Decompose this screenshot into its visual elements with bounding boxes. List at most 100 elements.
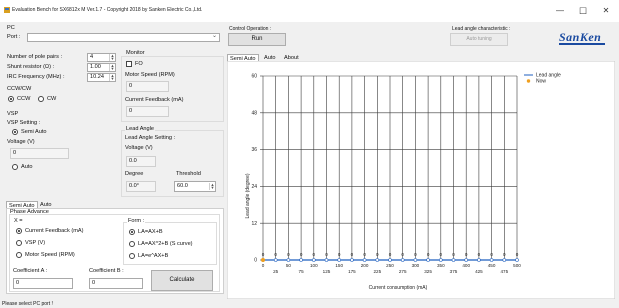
irc-frequency-label: IRC Frequency (MHz) : (7, 74, 65, 80)
data-point (413, 258, 418, 262)
vsp-voltage-label: Voltage (V) (7, 139, 35, 145)
coefficient-a-input[interactable]: 0 (13, 278, 73, 289)
irc-frequency-input[interactable]: 10.24 ▲ ▼ (87, 73, 116, 82)
x-tick-label: 100 (310, 263, 318, 268)
pole-pairs-input[interactable]: 4 ▲ ▼ (87, 53, 116, 62)
fo-checkbox[interactable] (126, 61, 132, 67)
x-vsp-radio[interactable] (16, 240, 22, 246)
y-tick-label: 60 (251, 74, 257, 80)
data-point (312, 258, 316, 262)
x-tick-label: 300 (412, 263, 420, 268)
x-tick-label: 425 (475, 269, 483, 274)
pole-pairs-label: Number of pole pairs : (7, 54, 63, 60)
coefficient-b-input[interactable]: 0 (89, 278, 143, 289)
data-label: 0 (503, 252, 506, 257)
direction-label: CCW/CW (7, 86, 32, 92)
data-label: 0 (313, 252, 316, 257)
data-label: 0 (262, 252, 265, 257)
threshold-spinner[interactable]: ▲ ▼ (209, 182, 215, 191)
data-label: 0 (363, 252, 366, 257)
form-exp-label: LA=e^AX+B (138, 253, 169, 259)
x-axis-label: Current consumption (mA) (369, 285, 428, 291)
maximize-button[interactable]: ☐ (572, 2, 594, 20)
x-motor-speed-label: Motor Speed (RPM) (25, 252, 75, 258)
x-tick-label: 175 (348, 269, 356, 274)
threshold-value: 60.0 (177, 183, 188, 189)
data-point (489, 258, 494, 262)
sanken-logo: SanKen (559, 30, 607, 46)
x-tick-label: 275 (399, 269, 407, 274)
lead-angle-characteristic-label: Lead angle characteristic : (452, 26, 511, 32)
x-current-feedback-radio[interactable] (16, 228, 22, 234)
shunt-resistor-value: 1.00 (90, 64, 101, 70)
x-motor-speed-radio[interactable] (16, 252, 22, 258)
x-tick-label: 250 (386, 263, 394, 268)
lead-angle-voltage-label: Voltage (V) (125, 145, 153, 151)
spin-down-icon[interactable]: ▼ (210, 186, 215, 191)
y-tick-label: 36 (251, 147, 257, 153)
y-tick-label: 24 (251, 184, 257, 190)
data-label: 0 (440, 252, 443, 257)
data-point (286, 258, 291, 262)
data-point (426, 258, 430, 262)
x-tick-label: 75 (299, 269, 305, 274)
data-point (400, 258, 405, 262)
now-marker (261, 258, 265, 262)
cw-label: CW (47, 96, 57, 102)
legend-entry: Now (536, 79, 546, 85)
ccw-radio[interactable] (8, 96, 14, 102)
form-linear-radio[interactable] (129, 229, 135, 235)
data-point (388, 258, 392, 262)
vsp-semi-auto-radio[interactable] (12, 129, 18, 135)
shunt-spinner[interactable]: ▲ ▼ (109, 63, 115, 72)
x-tick-label: 450 (488, 263, 496, 268)
form-exp-radio[interactable] (129, 253, 135, 259)
cw-radio[interactable] (38, 96, 44, 102)
threshold-label: Threshold (176, 171, 201, 177)
pole-pairs-spinner[interactable]: ▲ ▼ (109, 53, 115, 62)
current-feedback-field: 0 (126, 106, 169, 117)
x-tick-label: 150 (335, 263, 343, 268)
spin-down-icon[interactable]: ▼ (110, 77, 115, 82)
port-select[interactable]: ⌄ (27, 33, 220, 42)
form-linear-label: LA=AX+B (138, 229, 163, 235)
y-axis-label: Lead angle (degree) (245, 173, 251, 218)
vsp-voltage-field[interactable]: 0 (10, 148, 69, 159)
vsp-auto-radio[interactable] (12, 164, 18, 170)
data-point (502, 258, 507, 262)
form-s-curve-radio[interactable] (129, 241, 135, 247)
degree-field: 0.0° (126, 181, 156, 192)
irc-spinner[interactable]: ▲ ▼ (109, 73, 115, 82)
spin-down-icon[interactable]: ▼ (110, 57, 115, 62)
close-button[interactable]: ✕ (595, 2, 617, 20)
data-point (324, 258, 329, 262)
pc-group-label: PC (7, 25, 15, 31)
data-label: 0 (274, 252, 277, 257)
data-label: 0 (376, 252, 379, 257)
lead-angle-label: Lead Angle (125, 126, 155, 132)
data-label: 0 (287, 252, 290, 257)
y-tick-label: 48 (251, 110, 257, 116)
shunt-resistor-input[interactable]: 1.00 ▲ ▼ (87, 63, 116, 72)
data-label: 0 (351, 252, 354, 257)
data-label: 0 (325, 252, 328, 257)
x-label: X = (14, 218, 23, 224)
motor-speed-field: 0 (126, 81, 169, 92)
spin-down-icon[interactable]: ▼ (110, 67, 115, 72)
irc-frequency-value: 10.24 (90, 74, 104, 80)
vsp-semi-auto-label: Semi Auto (21, 129, 47, 135)
x-tick-label: 25 (273, 269, 279, 274)
legend-swatch-now (526, 79, 531, 83)
lead-angle-voltage-field[interactable]: 0.0 (126, 156, 156, 167)
data-label: 0 (414, 252, 417, 257)
x-tick-label: 350 (437, 263, 445, 268)
run-button[interactable]: Run (228, 33, 286, 46)
shunt-resistor-label: Shunt resistor (Ω) : (7, 64, 55, 70)
data-point (464, 258, 468, 262)
calculate-button[interactable]: Calculate (151, 270, 213, 291)
data-label: 0 (490, 252, 493, 257)
control-operation-label: Control Operation : (229, 26, 272, 32)
auto-tuning-button[interactable]: Auto tuning (450, 33, 508, 46)
minimize-button[interactable]: — (549, 2, 571, 20)
threshold-input[interactable]: 60.0 ▲ ▼ (174, 181, 216, 192)
